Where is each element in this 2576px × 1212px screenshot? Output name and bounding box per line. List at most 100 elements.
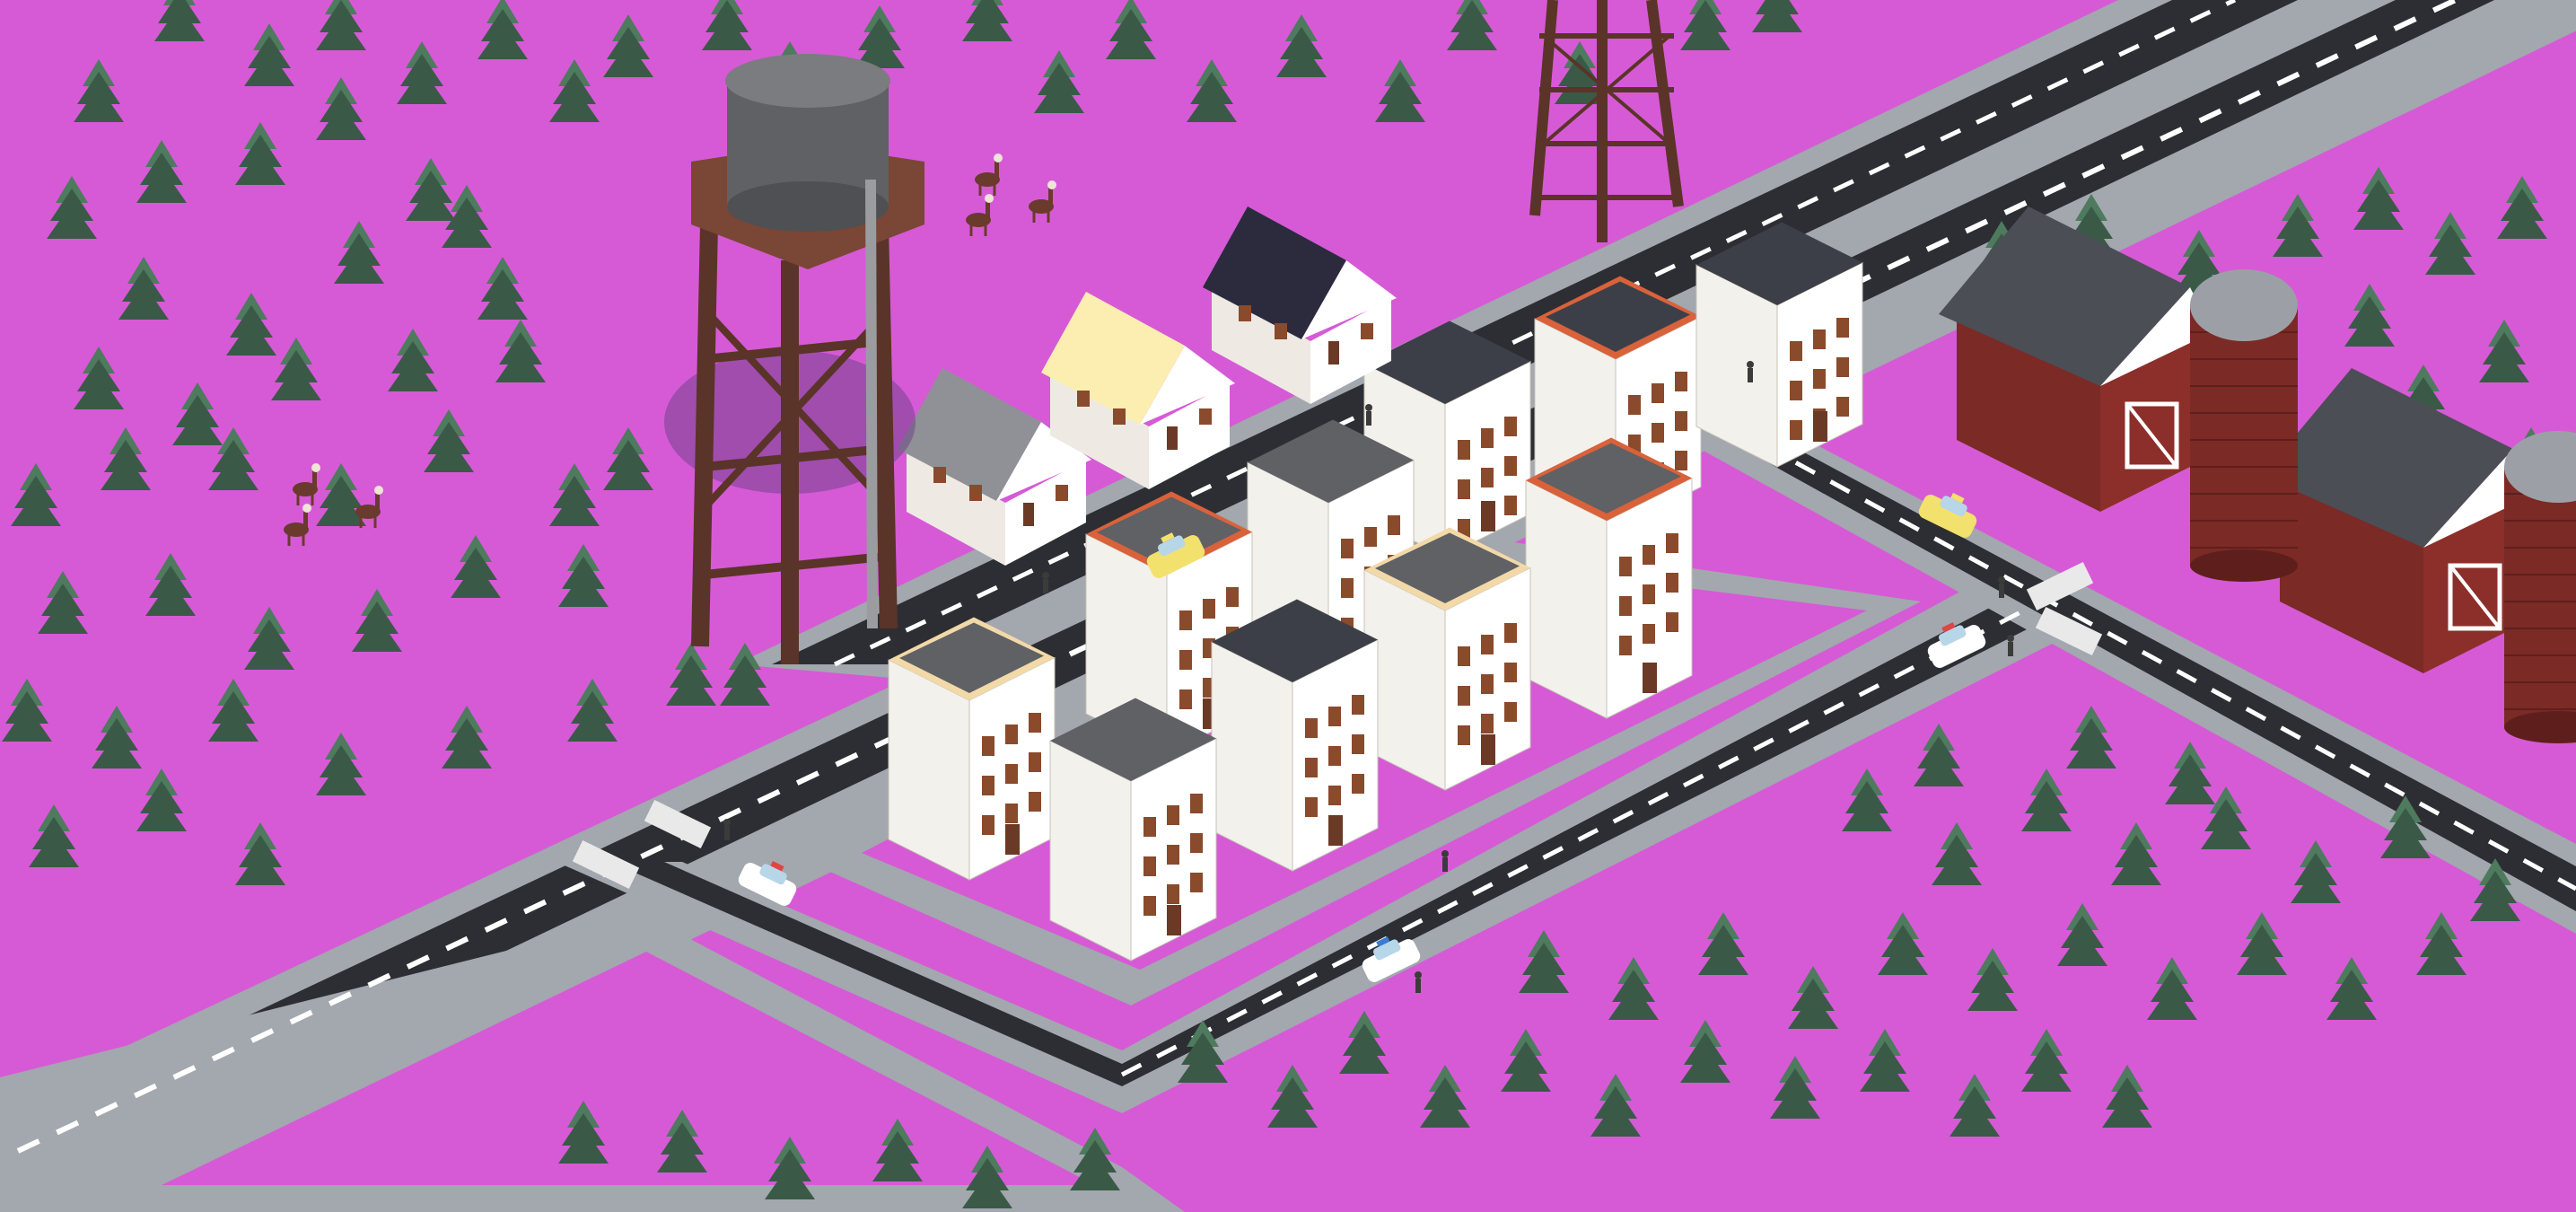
apartment-red-trim-window — [1643, 584, 1655, 604]
apartment-west-cream-window — [982, 776, 994, 795]
apartment-south-window — [1167, 884, 1179, 904]
gray-roof-house-window — [1056, 485, 1068, 501]
navy-roof-house-door — [1328, 341, 1339, 364]
apartment-west-cream-window — [1005, 725, 1018, 744]
apartment-south-window — [1167, 845, 1179, 865]
gray-roof-house-window — [969, 485, 982, 501]
apartment-west-red-window — [1179, 650, 1192, 670]
apartment-west-cream-window — [982, 736, 994, 756]
apartment-cream-trim-window — [1504, 623, 1517, 643]
apartment-west-cream — [888, 617, 1056, 881]
pedestrian-head — [1365, 404, 1372, 411]
pedestrian-body — [2008, 642, 2013, 656]
silo-north — [2190, 269, 2298, 582]
game-viewport[interactable] — [0, 0, 2576, 1212]
apartment-west-red-window — [1203, 599, 1215, 619]
navy-roof-house-window — [1275, 323, 1287, 339]
apartment-navy-window — [1305, 758, 1318, 777]
apartment-navy-window — [1328, 746, 1341, 766]
apartment-cream-trim-window — [1458, 686, 1470, 706]
llama-head — [1047, 180, 1056, 189]
silo-north-body — [2190, 305, 2298, 566]
navy-roof-house-window — [1239, 305, 1251, 321]
apartment-east-window — [1836, 397, 1849, 417]
apartment-south — [1049, 698, 1217, 962]
apartment-cream-trim-window — [1504, 702, 1517, 722]
llama-neck — [986, 200, 990, 218]
apartment-red-trim-window — [1643, 624, 1655, 644]
apartment-navy-window — [1328, 786, 1341, 805]
apartment-north-window — [1481, 468, 1494, 487]
navy-roof-house-window — [1361, 323, 1373, 339]
pedestrian — [1441, 850, 1449, 872]
pedestrian — [1998, 576, 2005, 598]
pedestrian-head — [1441, 850, 1449, 857]
pedestrian — [723, 819, 731, 840]
apartment-center-window — [1341, 578, 1354, 598]
apartment-navy-window — [1305, 797, 1318, 817]
apartment-cream-trim-window — [1481, 714, 1494, 733]
silo-south — [2504, 431, 2576, 743]
apartment-north-window — [1458, 479, 1470, 499]
apartment-red-trim-window — [1666, 533, 1678, 553]
pedestrian — [1415, 971, 1422, 993]
apartment-cream-trim-window — [1458, 725, 1470, 745]
pedestrian — [1365, 404, 1372, 426]
llama-head — [985, 194, 994, 203]
apartment-navy-window — [1328, 707, 1341, 726]
apartment-red-trim-window — [1643, 545, 1655, 565]
pedestrian-body — [1043, 579, 1048, 593]
gray-roof-house-door — [1023, 503, 1034, 526]
pedestrian-head — [1042, 572, 1049, 579]
cream-roof-house-window — [1077, 391, 1090, 407]
pedestrian — [2007, 635, 2014, 656]
llama-head — [374, 486, 383, 495]
llama-neck — [312, 470, 317, 487]
apartment-east-window — [1813, 369, 1826, 389]
apartment-cream-trim-window — [1481, 674, 1494, 694]
apartment-navy-window — [1352, 774, 1364, 794]
apartment-center-window — [1364, 527, 1377, 547]
apartment-west-red-window — [1179, 689, 1192, 709]
apartment-north-window — [1504, 417, 1517, 436]
apartment-navy-door — [1328, 815, 1343, 846]
llama-neck — [303, 510, 308, 528]
apartment-south-door — [1167, 905, 1181, 935]
apartment-north-east-window — [1675, 451, 1687, 470]
apartment-north-east-window — [1628, 395, 1641, 415]
apartment-north-east-window — [1652, 423, 1664, 443]
apartment-red-trim-window — [1619, 596, 1632, 616]
apartment-east-door — [1813, 411, 1827, 442]
cream-roof-house-window — [1113, 408, 1126, 425]
water-tower-leg — [871, 224, 898, 629]
apartment-cream-trim-window — [1458, 646, 1470, 666]
cream-roof-house-door — [1167, 426, 1178, 450]
apartment-west-cream-window — [1029, 752, 1041, 772]
gray-roof-house-window — [933, 467, 946, 483]
apartment-north-east-window — [1652, 383, 1664, 403]
apartment-west-cream-window — [1029, 713, 1041, 733]
apartment-south-window — [1190, 833, 1203, 853]
apartment-center-window — [1388, 515, 1400, 535]
apartment-red-trim-window — [1619, 636, 1632, 655]
apartment-north-window — [1504, 456, 1517, 476]
apartment-south-window — [1143, 896, 1156, 916]
apartment-red-trim-window — [1666, 612, 1678, 632]
apartment-west-cream-door — [1005, 824, 1020, 855]
apartment-center-window — [1341, 539, 1354, 558]
llama-neck — [1048, 187, 1053, 205]
pedestrian-head — [723, 819, 731, 826]
pedestrian-body — [1415, 979, 1421, 993]
isometric-town-scene[interactable] — [0, 0, 2576, 1212]
apartment-east-window — [1790, 341, 1802, 361]
apartment-red-trim-door — [1643, 663, 1657, 693]
apartment-west-cream-window — [1005, 764, 1018, 784]
water-tower-cap — [725, 54, 890, 108]
apartment-south-window — [1190, 794, 1203, 813]
apartment-east-window — [1813, 329, 1826, 349]
apartment-north-window — [1481, 428, 1494, 448]
apartment-east-window — [1790, 420, 1802, 440]
pedestrian — [1747, 361, 1754, 382]
pedestrian-head — [1747, 361, 1754, 368]
apartment-east-window — [1790, 381, 1802, 400]
